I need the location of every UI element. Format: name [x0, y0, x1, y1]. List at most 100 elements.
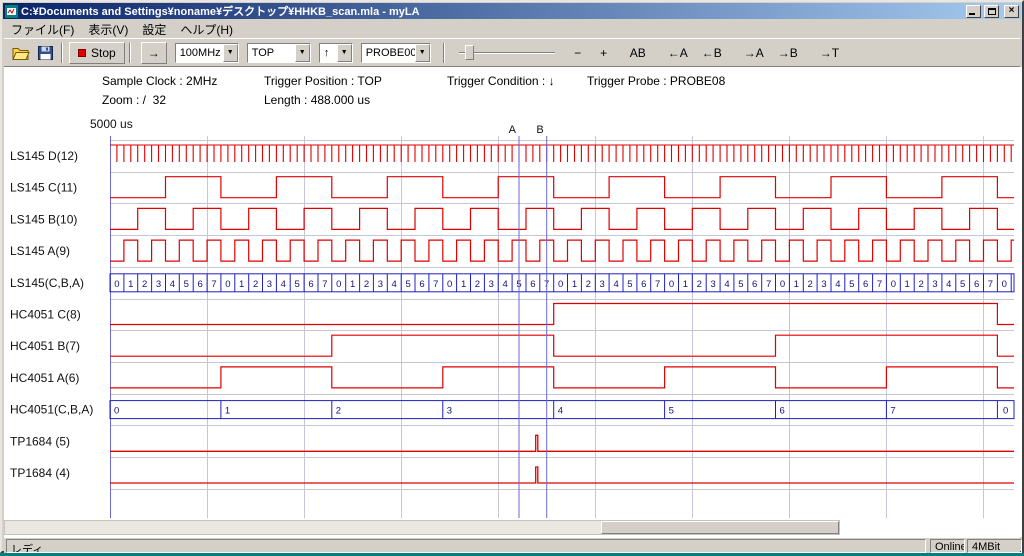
- svg-text:HC4051 C(8): HC4051 C(8): [10, 308, 81, 322]
- save-button[interactable]: [34, 42, 57, 64]
- svg-text:2: 2: [142, 279, 147, 290]
- svg-text:B: B: [536, 124, 543, 136]
- cursor-B[interactable]: B: [536, 124, 546, 518]
- sample-clock-combo[interactable]: 100MHz ▼: [175, 43, 239, 63]
- channel-LS145 B(10): LS145 B(10): [10, 208, 1014, 229]
- menu-view[interactable]: 表示(V): [81, 20, 135, 39]
- svg-text:0: 0: [336, 279, 341, 290]
- length-label: Length : 488.000 us: [264, 93, 370, 107]
- svg-text:2: 2: [253, 279, 258, 290]
- menubar: ファイル(F) 表示(V) 設定 ヘルプ(H): [4, 20, 1020, 38]
- svg-text:7: 7: [211, 279, 216, 290]
- trigger-position-combo[interactable]: TOP ▼: [247, 43, 311, 63]
- trigger-probe-combo-value: PROBE00: [362, 44, 415, 62]
- svg-text:1: 1: [350, 279, 355, 290]
- channel-LS145 D(12): LS145 D(12): [10, 145, 1014, 163]
- close-icon: ×: [1009, 6, 1015, 16]
- svg-text:3: 3: [267, 279, 272, 290]
- goto-trigger-button[interactable]: →T: [815, 42, 844, 64]
- svg-text:0: 0: [447, 279, 452, 290]
- cursor-A[interactable]: A: [509, 124, 519, 518]
- menu-file[interactable]: ファイル(F): [4, 20, 81, 39]
- trigger-edge-combo[interactable]: ↑ ▼: [319, 43, 353, 63]
- app-window: C:¥Documents and Settings¥noname¥デスクトップ¥…: [0, 0, 1024, 553]
- svg-text:5: 5: [849, 279, 854, 290]
- svg-text:4: 4: [613, 279, 618, 290]
- chevron-down-icon[interactable]: ▼: [223, 44, 238, 62]
- run-button[interactable]: →: [141, 42, 167, 64]
- waveform-display[interactable]: 5000 usLS145 D(12)LS145 C(11)LS145 B(10)…: [2, 116, 1024, 520]
- svg-text:6: 6: [780, 406, 785, 417]
- sample-clock-label: Sample Clock : 2MHz: [102, 74, 217, 88]
- window-title: C:¥Documents and Settings¥noname¥デスクトップ¥…: [21, 3, 963, 19]
- open-button[interactable]: [8, 42, 34, 64]
- stop-button[interactable]: Stop: [69, 42, 125, 64]
- statusbar: レディ Online 4MBit: [4, 537, 1020, 553]
- svg-text:7: 7: [877, 279, 882, 290]
- svg-text:6: 6: [530, 279, 535, 290]
- svg-text:3: 3: [600, 279, 605, 290]
- minimize-button[interactable]: [966, 5, 981, 18]
- svg-text:0: 0: [669, 279, 674, 290]
- svg-text:4: 4: [392, 279, 397, 290]
- toolbar-separator: [443, 43, 445, 63]
- trigger-condition-label: Trigger Condition : ↓: [447, 74, 555, 88]
- toolbar-separator: [129, 43, 131, 63]
- svg-text:0: 0: [780, 279, 785, 290]
- svg-text:1: 1: [225, 406, 230, 417]
- goto-b-right-button[interactable]: →B: [773, 42, 803, 64]
- svg-text:2: 2: [364, 279, 369, 290]
- stop-icon: [78, 49, 86, 57]
- zoom-slider[interactable]: [457, 42, 557, 64]
- goto-b-left-button[interactable]: ←B: [697, 42, 727, 64]
- chevron-down-icon[interactable]: ▼: [337, 44, 352, 62]
- svg-text:6: 6: [419, 279, 424, 290]
- svg-text:1: 1: [794, 279, 799, 290]
- status-online: Online: [930, 539, 965, 553]
- svg-text:3: 3: [447, 406, 452, 417]
- channel-HC4051 B(7): HC4051 B(7): [10, 335, 1014, 356]
- svg-text:7: 7: [322, 279, 327, 290]
- horizontal-scrollbar-thumb[interactable]: [601, 521, 839, 534]
- svg-text:7: 7: [988, 279, 993, 290]
- svg-text:5: 5: [960, 279, 965, 290]
- channel-TP1684 (5): TP1684 (5): [10, 434, 1014, 451]
- svg-text:2: 2: [808, 279, 813, 290]
- horizontal-scrollbar[interactable]: [4, 520, 840, 535]
- channel-TP1684 (4): TP1684 (4): [10, 466, 1014, 483]
- trigger-probe-combo[interactable]: PROBE00 ▼: [361, 43, 431, 63]
- ab-cursor-button[interactable]: AB: [625, 42, 651, 64]
- svg-text:6: 6: [974, 279, 979, 290]
- slider-handle[interactable]: [465, 45, 474, 60]
- titlebar[interactable]: C:¥Documents and Settings¥noname¥デスクトップ¥…: [3, 3, 1021, 19]
- zoom-in-button[interactable]: +: [593, 42, 615, 64]
- trigger-edge-combo-value: ↑: [320, 44, 337, 62]
- svg-text:4: 4: [835, 279, 840, 290]
- goto-a-right-button[interactable]: →A: [739, 42, 769, 64]
- menu-settings[interactable]: 設定: [135, 20, 173, 39]
- channel-LS145(C,B,A): LS145(C,B,A)0123456701234567012345670123…: [10, 274, 1014, 292]
- svg-text:3: 3: [932, 279, 937, 290]
- floppy-disk-icon: [38, 46, 53, 60]
- svg-text:1: 1: [905, 279, 910, 290]
- stop-label: Stop: [91, 46, 116, 60]
- maximize-button[interactable]: [984, 5, 999, 18]
- menu-help[interactable]: ヘルプ(H): [173, 20, 240, 39]
- goto-a-left-button[interactable]: ←A: [663, 42, 693, 64]
- svg-text:4: 4: [503, 279, 508, 290]
- zoom-out-button[interactable]: −: [567, 42, 589, 64]
- svg-text:6: 6: [641, 279, 646, 290]
- svg-text:HC4051 B(7): HC4051 B(7): [10, 339, 80, 353]
- chevron-down-icon[interactable]: ▼: [295, 44, 310, 62]
- open-folder-icon: [12, 46, 30, 60]
- svg-text:HC4051 A(6): HC4051 A(6): [10, 371, 79, 385]
- grid: [110, 136, 1014, 518]
- svg-text:LS145 A(9): LS145 A(9): [10, 244, 70, 258]
- svg-text:6: 6: [197, 279, 202, 290]
- svg-text:1: 1: [128, 279, 133, 290]
- channel-HC4051 C(8): HC4051 C(8): [10, 304, 1014, 325]
- close-button[interactable]: ×: [1004, 5, 1019, 18]
- chevron-down-icon[interactable]: ▼: [415, 44, 430, 62]
- svg-text:0: 0: [891, 279, 896, 290]
- svg-text:4: 4: [281, 279, 286, 290]
